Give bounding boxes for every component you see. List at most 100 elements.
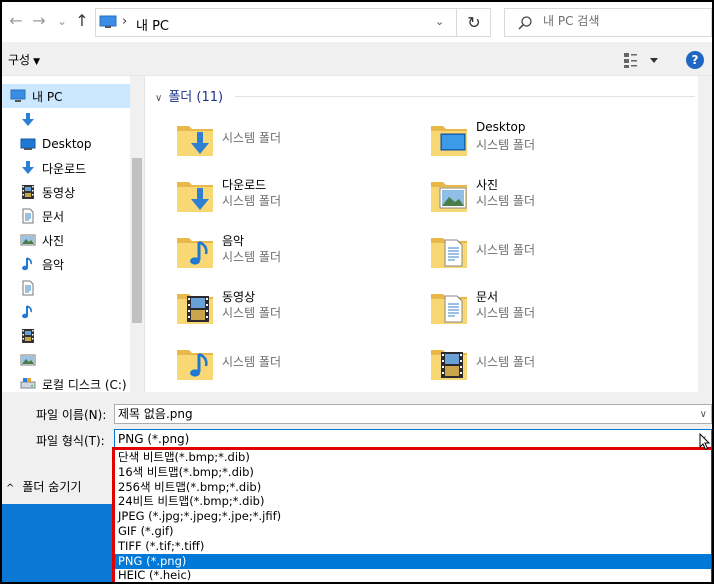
filetype-option[interactable]: 단색 비트맵(*.bmp;*.dib) [115,450,711,465]
filetype-dropdown-list: 단색 비트맵(*.bmp;*.dib) 16색 비트맵(*.bmp;*.dib) 2… [114,449,712,582]
organize-button[interactable]: 구성 ▼ [8,51,40,68]
picture-folder-icon [429,174,471,216]
picture-icon [20,352,36,368]
filename-value: 제목 없음.png [118,407,193,421]
filetype-option[interactable]: GIF (*.gif) [115,524,711,539]
folder-type: 시스템 폴더 [222,194,282,208]
folder-type: 시스템 폴더 [476,194,536,208]
nav-item-3[interactable]: 다운로드 [2,156,130,180]
recent-locations-chevron-icon[interactable]: ⌄ [52,11,72,31]
folder-type: 시스템 폴더 [222,355,282,369]
document-icon [20,280,36,296]
filetype-option[interactable]: HEIC (*.heic) [115,568,711,582]
nav-scrollbar-thumb[interactable] [132,158,142,323]
pc-icon [99,15,117,28]
up-arrow-icon[interactable]: ↑ [72,11,92,31]
toolbar: 구성 ▼ ? [2,42,712,76]
breadcrumb-this-pc[interactable]: 내 PC [136,15,169,34]
nav-item-7[interactable]: 음악 [2,252,130,276]
chevron-down-icon[interactable]: ∨ [700,406,707,424]
address-bar[interactable]: › 내 PC ⌄ ↻ [95,8,491,37]
nav-scrollbar[interactable] [130,76,144,392]
search-box[interactable] [504,8,712,37]
forward-arrow-icon[interactable]: → [29,11,49,31]
filetype-option[interactable]: TIFF (*.tif;*.tiff) [115,539,711,554]
filetype-option[interactable]: 16색 비트맵(*.bmp;*.dib) [115,465,711,480]
folder-name: Desktop [476,120,526,134]
folder-name: 동영상 [222,290,256,304]
filetype-option[interactable]: PNG (*.png) [115,553,711,569]
organize-label: 구성 [8,53,31,67]
nav-item-label: 음악 [42,257,65,272]
picture-icon [20,232,36,248]
video-folder-icon [175,286,217,328]
nav-item-1[interactable] [2,108,130,132]
address-dropdown-icon[interactable]: ⌄ [435,15,444,28]
background-strip [2,504,116,582]
nav-item-11[interactable] [2,348,130,372]
chevron-up-icon: ^ [6,483,15,494]
nav-item-8[interactable] [2,276,130,300]
group-divider [235,96,695,97]
filetype-option[interactable]: 256색 비트맵(*.bmp;*.dib) [115,480,711,495]
content-scrollbar[interactable] [698,76,712,392]
back-arrow-icon[interactable]: ← [6,11,26,31]
group-header-folders[interactable]: ∨ 폴더 (11) [155,86,223,105]
nav-item-label: 문서 [42,209,65,224]
folder-tile[interactable]: 사진시스템 폴더 [429,172,679,222]
document-folder-icon [429,230,471,272]
group-title: 폴더 (11) [168,90,224,105]
refresh-icon[interactable]: ↻ [456,8,491,37]
folder-tile[interactable]: 동영상시스템 폴더 [175,284,425,334]
nav-item-label: 사진 [42,233,65,248]
filename-field[interactable]: 제목 없음.png ∨ [114,404,712,424]
nav-item-12[interactable]: 로컬 디스크 (C:) [2,372,130,392]
pc-icon [10,88,26,104]
folder-type: 시스템 폴더 [476,355,536,369]
nav-item-label: 로컬 디스크 (C:) [42,377,127,392]
download-folder-icon [175,118,217,160]
nav-item-label: 동영상 [42,185,76,200]
nav-item-label: Desktop [42,137,92,151]
folder-tile[interactable]: 음악 시스템 폴더 [175,228,425,278]
music-folder-icon [175,342,217,384]
desktop-folder-icon [429,118,471,160]
folder-tile[interactable]: 문서 시스템 폴더 [429,284,679,334]
nav-item-5[interactable]: 문서 [2,204,130,228]
folder-tile[interactable]: 시스템 폴더 [175,340,425,390]
file-view: ∨ 폴더 (11) 시스템 폴더 Desktop 시스템 폴더 다운로드 시스템 폴더 사진… [144,76,712,392]
view-options-icon[interactable] [622,51,662,69]
drive-icon [20,376,36,392]
nav-item-2[interactable]: Desktop [2,132,130,156]
nav-item-0[interactable]: 내 PC [2,84,130,108]
nav-item-9[interactable] [2,300,130,324]
filetype-option[interactable]: JPEG (*.jpg;*.jpeg;*.jpe;*.jfif) [115,509,711,524]
folder-name: 사진 [476,178,499,192]
navigation-pane: 내 PC Desktop 다운로드동영상문서사진음악로컬 디스크 (C:) [2,76,144,392]
video-icon [20,184,36,200]
folder-tile[interactable]: 시스템 폴더 [429,228,679,278]
folder-tile[interactable]: 다운로드시스템 폴더 [175,172,425,222]
save-as-dialog: ← → ⌄ ↑ › 내 PC ⌄ ↻ 구성▼ [0,0,714,584]
nav-item-10[interactable] [2,324,130,348]
breadcrumb-separator-icon: › [122,14,128,29]
filetype-select[interactable]: PNG (*.png) ∨ [114,429,712,449]
nav-item-4[interactable]: 동영상 [2,180,130,204]
nav-item-6[interactable]: 사진 [2,228,130,252]
music-icon [20,304,36,320]
search-input[interactable] [543,14,703,28]
filetype-label: 파일 형식(T): [36,434,105,448]
folder-tile[interactable]: 시스템 폴더 [429,340,679,390]
music-icon [20,256,36,272]
folder-name: 문서 [476,290,499,304]
folder-type: 시스템 폴더 [222,306,282,320]
hide-folders-button[interactable]: ^ 폴더 숨기기 [6,478,81,495]
folder-tile[interactable]: Desktop 시스템 폴더 [429,116,679,166]
folder-type: 시스템 폴더 [476,243,536,257]
folder-name: 다운로드 [222,178,267,192]
nav-item-label: 내 PC [32,89,63,104]
mouse-cursor-icon [699,433,711,451]
folder-tile[interactable]: 시스템 폴더 [175,116,425,166]
filetype-option[interactable]: 24비트 비트맵(*.bmp;*.dib) [115,494,711,509]
help-icon[interactable]: ? [686,51,704,69]
